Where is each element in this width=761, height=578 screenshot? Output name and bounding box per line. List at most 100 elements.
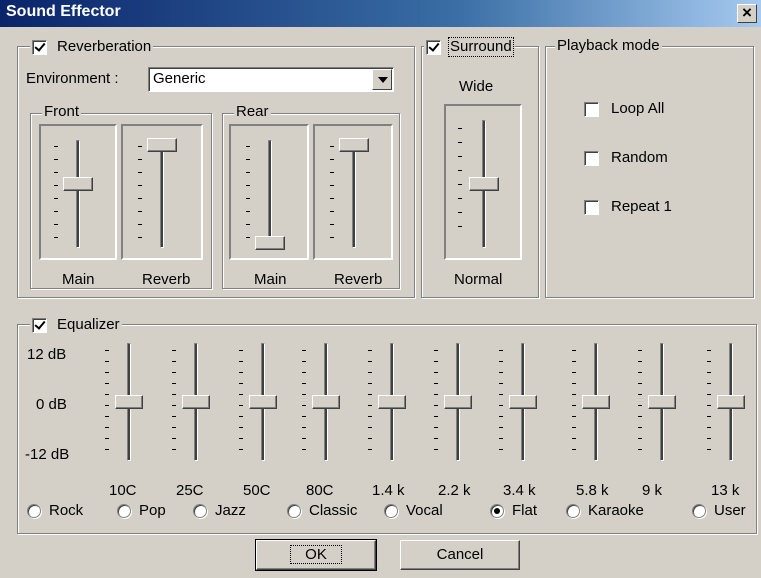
preset-radio[interactable]	[27, 504, 41, 518]
ok-button[interactable]: OK	[255, 539, 377, 571]
environment-select[interactable]: Generic	[148, 67, 394, 92]
eq-band-freq-label: 50C	[243, 482, 271, 499]
surround-checkbox[interactable]	[426, 39, 441, 55]
eq-band-7-tick	[572, 350, 576, 351]
preset-radio[interactable]	[193, 504, 207, 518]
preset-option-user[interactable]: User	[692, 502, 746, 520]
loop-all-option[interactable]: Loop All	[584, 100, 664, 118]
eq-band-1-tick	[172, 427, 176, 428]
eq-band-7-tick	[572, 427, 576, 428]
preset-label: Vocal	[406, 502, 443, 519]
eq-band-7-thumb[interactable]	[582, 395, 610, 409]
eq-band-9-tick	[707, 350, 711, 351]
preset-option-flat[interactable]: Flat	[490, 502, 537, 520]
random-checkbox[interactable]	[584, 150, 599, 166]
front-reverb-tick	[138, 237, 142, 238]
eq-band-1-tick	[172, 372, 176, 373]
eq-band-7-tick	[572, 372, 576, 373]
rear-reverb-tick	[330, 237, 334, 238]
surround-wide-label: Wide	[459, 78, 494, 95]
rear-main-thumb[interactable]	[255, 236, 285, 250]
front-reverb-tick	[138, 185, 142, 186]
eq-band-9-tick	[707, 372, 711, 373]
eq-band-freq-label: 10C	[109, 482, 137, 499]
eq-band-5-tick	[434, 361, 438, 362]
eq-band-1-thumb[interactable]	[182, 395, 210, 409]
reverberation-checkbox[interactable]	[32, 39, 47, 55]
front-main-thumb[interactable]	[63, 177, 93, 192]
preset-label: Jazz	[215, 502, 246, 519]
equalizer-checkbox[interactable]	[32, 317, 47, 333]
eq-band-2-tick	[239, 394, 243, 395]
preset-radio[interactable]	[117, 504, 131, 518]
reverberation-legend[interactable]: Reverberation	[30, 38, 154, 56]
eq-band-6-tick	[499, 383, 503, 384]
eq-band-2-tick	[239, 405, 243, 406]
eq-band-2-tick	[239, 350, 243, 351]
eq-band-0-tick	[105, 350, 109, 351]
repeat-1-checkbox[interactable]	[584, 199, 599, 215]
front-reverb-thumb[interactable]	[147, 138, 177, 152]
preset-option-jazz[interactable]: Jazz	[193, 502, 246, 520]
preset-radio[interactable]	[692, 504, 706, 518]
front-main-tick	[54, 185, 58, 186]
surround-legend[interactable]: Surround	[424, 37, 515, 57]
eq-band-8-tick	[638, 449, 642, 450]
eq-band-7-tick	[572, 416, 576, 417]
front-main-tick	[54, 172, 58, 173]
preset-radio[interactable]	[490, 504, 504, 518]
eq-band-4-tick	[368, 361, 372, 362]
eq-band-0-tick	[105, 438, 109, 439]
equalizer-legend[interactable]: Equalizer	[30, 316, 122, 334]
eq-band-7-tick	[572, 449, 576, 450]
eq-band-0-tick	[105, 361, 109, 362]
eq-band-1-tick	[172, 394, 176, 395]
eq-band-1-tick	[172, 449, 176, 450]
eq-band-8-thumb[interactable]	[648, 395, 676, 409]
surround-tick	[458, 198, 462, 199]
eq-band-1-tick	[172, 438, 176, 439]
eq-band-8-tick	[638, 427, 642, 428]
random-option[interactable]: Random	[584, 149, 668, 167]
eq-band-0-thumb[interactable]	[115, 395, 143, 409]
surround-thumb[interactable]	[469, 177, 499, 191]
cancel-label: Cancel	[436, 546, 484, 563]
eq-band-5-tick	[434, 383, 438, 384]
eq-band-7-tick	[572, 405, 576, 406]
rear-main-tick	[246, 237, 250, 238]
close-button[interactable]: ×	[737, 4, 757, 23]
rear-reverb-label: Reverb	[334, 271, 383, 288]
eq-band-3-tick	[302, 350, 306, 351]
preset-radio[interactable]	[384, 504, 398, 518]
preset-option-vocal[interactable]: Vocal	[384, 502, 443, 520]
eq-band-5-tick	[434, 416, 438, 417]
eq-band-9-tick	[707, 361, 711, 362]
cancel-button[interactable]: Cancel	[400, 540, 520, 570]
eq-band-6-tick	[499, 427, 503, 428]
rear-reverb-tick	[330, 224, 334, 225]
eq-band-8-tick	[638, 383, 642, 384]
surround-normal-label: Normal	[454, 271, 503, 288]
surround-tick	[458, 212, 462, 213]
eq-band-5-thumb[interactable]	[444, 395, 472, 409]
repeat-1-option[interactable]: Repeat 1	[584, 198, 672, 216]
loop-all-checkbox[interactable]	[584, 101, 599, 117]
front-reverb-tick	[138, 211, 142, 212]
preset-option-rock[interactable]: Rock	[27, 502, 83, 520]
preset-radio[interactable]	[287, 504, 301, 518]
chevron-down-icon[interactable]	[372, 69, 392, 90]
eq-band-4-thumb[interactable]	[378, 395, 406, 409]
eq-band-2-thumb[interactable]	[249, 395, 277, 409]
preset-option-karaoke[interactable]: Karaoke	[566, 502, 644, 520]
eq-band-9-thumb[interactable]	[717, 395, 745, 409]
front-main-tick	[54, 211, 58, 212]
eq-band-freq-label: 80C	[306, 482, 334, 499]
eq-band-8-tick	[638, 372, 642, 373]
preset-option-classic[interactable]: Classic	[287, 502, 357, 520]
rear-reverb-thumb[interactable]	[339, 138, 369, 152]
eq-band-3-thumb[interactable]	[312, 395, 340, 409]
rear-reverb-tick	[330, 159, 334, 160]
preset-option-pop[interactable]: Pop	[117, 502, 166, 520]
preset-radio[interactable]	[566, 504, 580, 518]
eq-band-6-thumb[interactable]	[509, 395, 537, 409]
